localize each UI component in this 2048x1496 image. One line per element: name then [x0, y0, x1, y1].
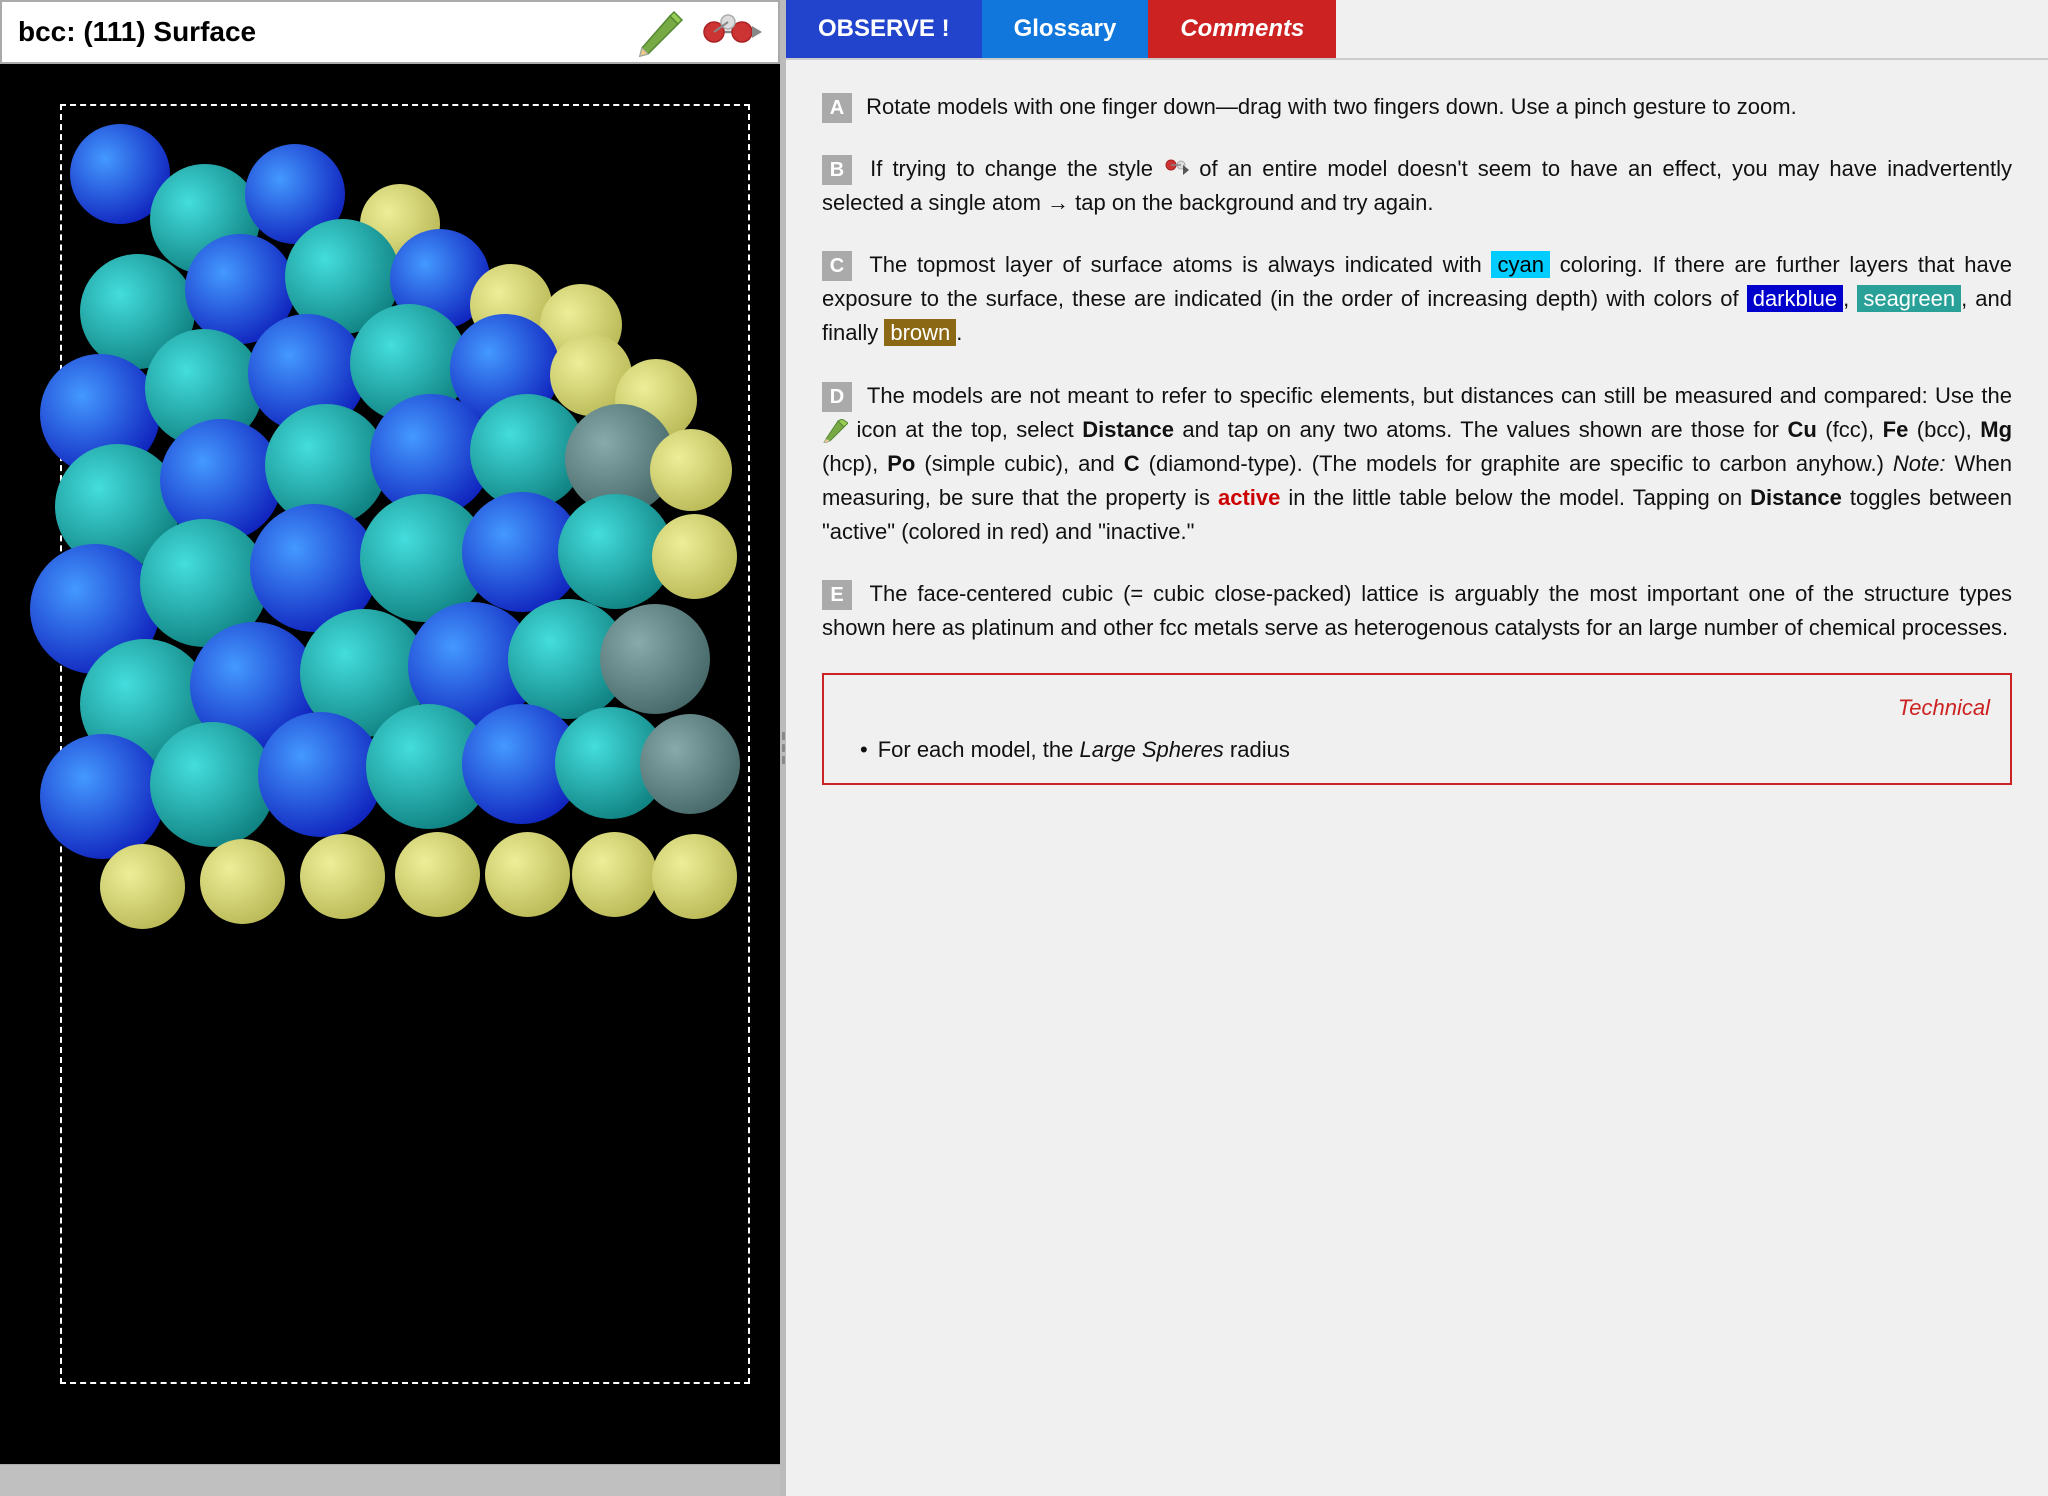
technical-bullet-text: For each model, the Large Spheres radius [878, 733, 1290, 767]
atom-50 [572, 832, 657, 917]
atom-24 [650, 429, 732, 511]
section-label-b: B [822, 155, 852, 185]
atom-38 [40, 734, 165, 859]
section-text-c: The topmost layer of surface atoms is al… [822, 251, 2012, 346]
atom-40 [258, 712, 383, 837]
section-e: E The face-centered cubic (= cubic close… [822, 577, 2012, 645]
molecule-icon[interactable] [694, 6, 762, 58]
atom-31 [652, 514, 737, 599]
section-label-c: C [822, 251, 852, 281]
model-title: bcc: (111) Surface [18, 16, 256, 48]
section-label-a: A [822, 93, 852, 123]
title-bar: bcc: (111) Surface [0, 0, 780, 64]
section-label-e: E [822, 580, 852, 610]
bottom-bar [0, 1464, 780, 1496]
highlight-brown: brown [884, 319, 956, 346]
section-label-d: D [822, 382, 852, 412]
atom-45 [100, 844, 185, 929]
right-panel: OBSERVE ! Glossary Comments A Rotate mod… [786, 0, 2048, 1496]
atom-51 [652, 834, 737, 919]
section-c: C The topmost layer of surface atoms is … [822, 248, 2012, 350]
section-text-a: Rotate models with one finger down—drag … [866, 94, 1797, 119]
technical-bullet: For each model, the Large Spheres radius [844, 733, 1990, 767]
atom-46 [200, 839, 285, 924]
atom-37 [600, 604, 710, 714]
left-panel: bcc: (111) Surface [0, 0, 780, 1496]
section-text-b: If trying to change the style of an enti… [822, 156, 2012, 215]
highlight-darkblue: darkblue [1747, 285, 1843, 312]
tab-comments[interactable]: Comments [1148, 0, 1336, 58]
content-area: A Rotate models with one finger down—dra… [786, 60, 2048, 1496]
section-b: B If trying to change the style of an en… [822, 152, 2012, 220]
atom-49 [485, 832, 570, 917]
model-viewport[interactable] [0, 64, 780, 1464]
atom-39 [150, 722, 275, 847]
tab-observe[interactable]: OBSERVE ! [786, 0, 982, 58]
technical-header: Technical [844, 691, 1990, 725]
pencil-icon-inline [822, 419, 848, 443]
highlight-seagreen: seagreen [1857, 285, 1961, 312]
section-d: D The models are not meant to refer to s… [822, 379, 2012, 549]
section-text-d: The models are not meant to refer to spe… [822, 383, 2012, 544]
atom-47 [300, 834, 385, 919]
atom-48 [395, 832, 480, 917]
atom-44 [640, 714, 740, 814]
technical-section: Technical For each model, the Large Sphe… [822, 673, 2012, 785]
tab-bar: OBSERVE ! Glossary Comments [786, 0, 2048, 60]
section-a: A Rotate models with one finger down—dra… [822, 90, 2012, 124]
active-text: active [1218, 485, 1280, 510]
tab-glossary[interactable]: Glossary [982, 0, 1149, 58]
pencil-icon[interactable] [632, 6, 684, 58]
title-icons [632, 6, 762, 58]
highlight-cyan: cyan [1491, 251, 1549, 278]
section-text-e: The face-centered cubic (= cubic close-p… [822, 581, 2012, 640]
style-icon-inline [1163, 157, 1189, 183]
